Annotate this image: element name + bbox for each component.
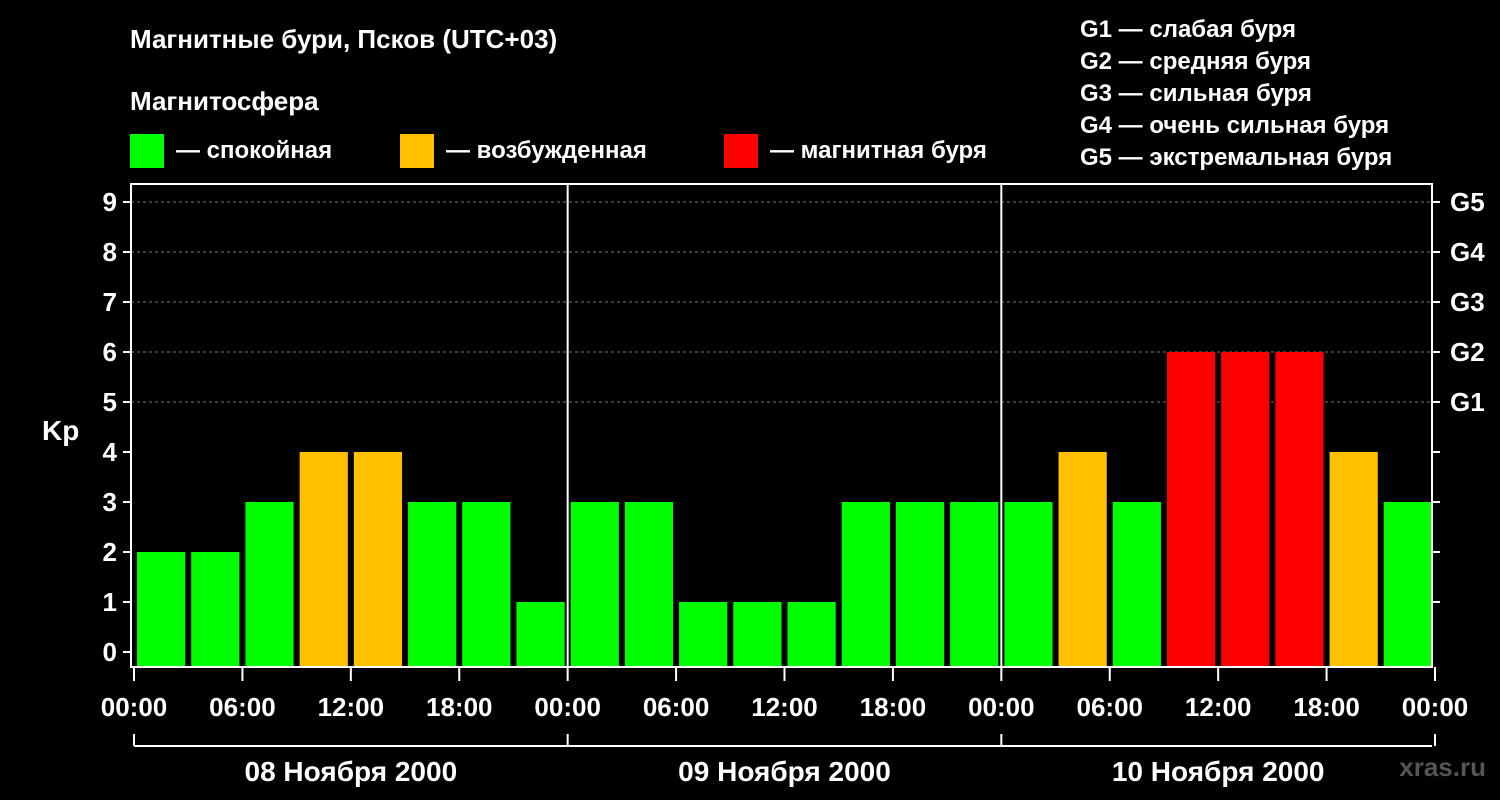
kp-bar bbox=[787, 602, 836, 667]
kp-bar bbox=[299, 452, 348, 667]
x-tick-label: 00:00 bbox=[101, 692, 168, 722]
x-tick-label: 12:00 bbox=[1185, 692, 1252, 722]
kp-bar bbox=[191, 552, 240, 667]
y-tick-label: 3 bbox=[103, 487, 117, 517]
kp-bar bbox=[1221, 352, 1270, 667]
x-tick-label: 18:00 bbox=[426, 692, 493, 722]
kp-bar bbox=[841, 502, 890, 667]
g-level-label: G4 bbox=[1450, 237, 1485, 267]
x-tick-label: 12:00 bbox=[318, 692, 385, 722]
kp-bar bbox=[1004, 502, 1053, 667]
kp-bar bbox=[137, 552, 186, 667]
kp-bar bbox=[1329, 452, 1378, 667]
kp-bar bbox=[733, 602, 782, 667]
x-tick-label: 00:00 bbox=[534, 692, 601, 722]
x-tick-label: 06:00 bbox=[209, 692, 276, 722]
y-tick-label: 8 bbox=[103, 237, 117, 267]
y-tick-label: 9 bbox=[103, 187, 117, 217]
day-label: 09 Ноября 2000 bbox=[678, 756, 891, 787]
y-tick-label: 0 bbox=[103, 637, 117, 667]
y-axis-label: Kp bbox=[42, 415, 79, 446]
y-tick-label: 1 bbox=[103, 587, 117, 617]
kp-bar bbox=[408, 502, 457, 667]
y-tick-label: 2 bbox=[103, 537, 117, 567]
x-tick-label: 06:00 bbox=[1077, 692, 1144, 722]
watermark: xras.ru bbox=[1399, 752, 1486, 782]
y-tick-label: 6 bbox=[103, 337, 117, 367]
kp-bar bbox=[570, 502, 619, 667]
x-tick-label: 00:00 bbox=[1402, 692, 1469, 722]
kp-bar bbox=[950, 502, 999, 667]
kp-bar bbox=[1166, 352, 1216, 667]
g-level-label: G2 bbox=[1450, 337, 1485, 367]
kp-bar bbox=[624, 502, 674, 667]
x-tick-label: 06:00 bbox=[643, 692, 710, 722]
kp-bar bbox=[1275, 352, 1324, 667]
x-tick-label: 18:00 bbox=[1293, 692, 1360, 722]
day-label: 08 Ноября 2000 bbox=[245, 756, 458, 787]
y-tick-label: 5 bbox=[103, 387, 117, 417]
x-tick-label: 18:00 bbox=[860, 692, 927, 722]
g-level-label: G3 bbox=[1450, 287, 1485, 317]
g-level-label: G1 bbox=[1450, 387, 1485, 417]
kp-bar bbox=[353, 452, 403, 667]
day-label: 10 Ноября 2000 bbox=[1112, 756, 1325, 787]
kp-bar-chart: 0 1 2 3 4 5 6 7 8 9 G1 G2 G3 G4 G5 Kp 00:00 06:00 12:00 18:… bbox=[42, 183, 1485, 787]
kp-bar bbox=[516, 602, 565, 667]
kp-bar bbox=[679, 602, 728, 667]
kp-bar bbox=[895, 502, 945, 667]
kp-bar bbox=[1112, 502, 1161, 667]
x-tick-label: 12:00 bbox=[751, 692, 818, 722]
x-tick-label: 00:00 bbox=[968, 692, 1035, 722]
g-level-label: G5 bbox=[1450, 187, 1485, 217]
y-tick-label: 7 bbox=[103, 287, 117, 317]
kp-bar bbox=[1383, 502, 1432, 667]
kp-bar bbox=[1058, 452, 1107, 667]
y-tick-label: 4 bbox=[103, 437, 118, 467]
kp-bar bbox=[462, 502, 511, 667]
kp-bar bbox=[245, 502, 294, 667]
